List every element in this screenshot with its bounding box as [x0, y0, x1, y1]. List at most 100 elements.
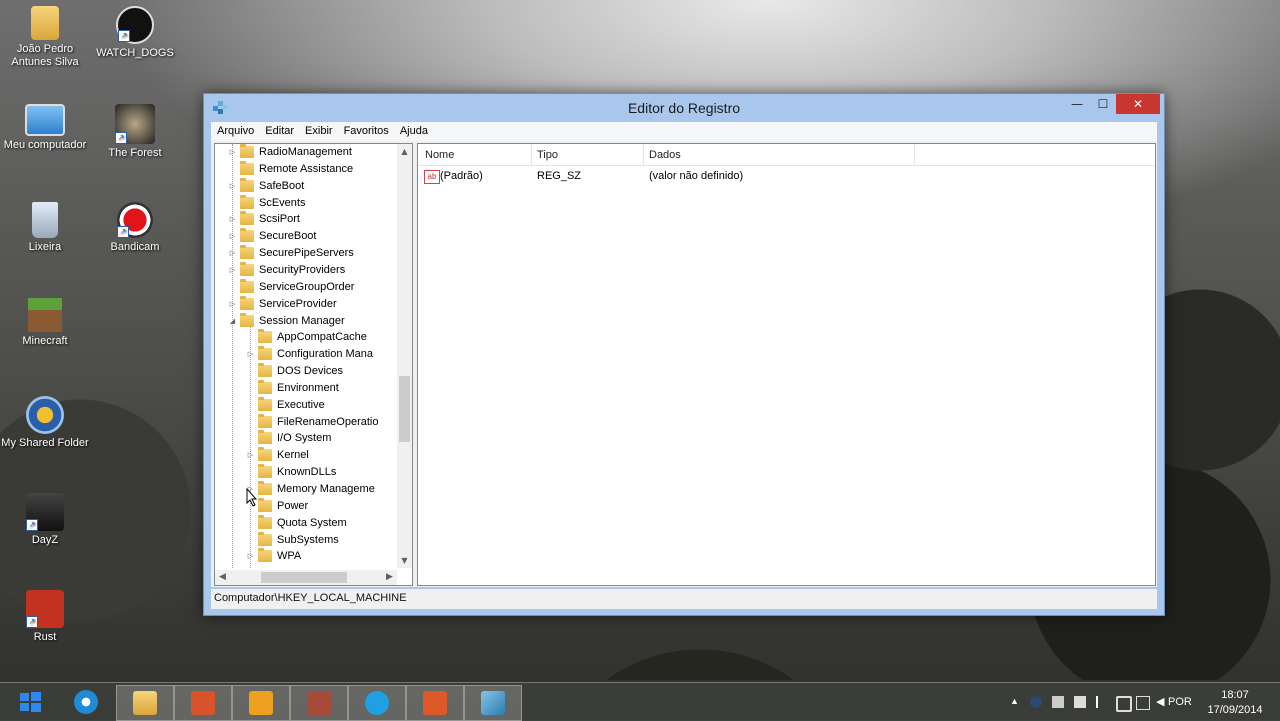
tree-item[interactable]: SubSystems: [215, 531, 397, 549]
show-hidden-icons-icon[interactable]: ▲: [1010, 696, 1022, 708]
tree-item[interactable]: KnownDLLs: [215, 464, 397, 481]
close-button[interactable]: ✕: [1116, 94, 1160, 114]
network-icon[interactable]: [1136, 696, 1150, 710]
tree-item[interactable]: Quota System: [215, 514, 397, 532]
desktop-icon-dayz[interactable]: ↗ DayZ: [0, 493, 90, 547]
expand-arrow-icon[interactable]: ▷: [246, 346, 255, 363]
folder-icon: [240, 211, 254, 226]
values-list[interactable]: Nome Tipo Dados ab (Padrão) REG_SZ (valo…: [417, 143, 1156, 586]
expand-arrow-icon[interactable]: ▷: [228, 178, 237, 195]
folder-icon: [258, 413, 272, 428]
desktop-icon-recycle-bin[interactable]: Lixeira: [0, 202, 90, 254]
tree-item[interactable]: I/O System: [215, 430, 397, 447]
taskbar-registry-editor[interactable]: [464, 685, 522, 721]
start-button[interactable]: [2, 685, 58, 719]
scroll-thumb-horizontal[interactable]: [261, 572, 347, 583]
desktop-icon-minecraft[interactable]: Minecraft: [0, 298, 90, 348]
minimize-button[interactable]: —: [1064, 94, 1090, 114]
tree-item[interactable]: Power: [215, 497, 397, 515]
clock[interactable]: 18:07 17/09/2014: [1200, 688, 1270, 718]
tree-item[interactable]: ▷ SafeBoot: [215, 177, 397, 195]
tree-item[interactable]: ▷ ScsiPort: [215, 211, 397, 228]
desktop-icon-user-folder[interactable]: João Pedro Antunes Silva: [0, 6, 90, 69]
scroll-up-button[interactable]: ▲: [397, 144, 412, 159]
menu-editar[interactable]: Editar: [259, 122, 299, 137]
desktop-icon-rust[interactable]: ↗ Rust: [0, 590, 90, 644]
expand-arrow-icon[interactable]: ▷: [246, 447, 255, 464]
scroll-down-button[interactable]: ▼: [397, 553, 412, 568]
tree-item[interactable]: ▷ RadioManagement: [215, 144, 397, 161]
folder-icon: [258, 447, 272, 462]
tree-item[interactable]: ScEvents: [215, 194, 397, 212]
tree-item[interactable]: ▷ WPA: [215, 548, 397, 565]
desktop-icon-watch-dogs[interactable]: ↗ WATCH_DOGS: [90, 6, 180, 60]
scroll-right-button[interactable]: ▶: [382, 570, 397, 585]
tree-item[interactable]: Executive: [215, 396, 397, 414]
tree-item[interactable]: FileRenameOperatio: [215, 413, 397, 431]
folder-icon: [258, 363, 272, 378]
tree-item[interactable]: ◢ Session Manager: [215, 312, 397, 330]
title-bar[interactable]: Editor do Registro — ☐ ✕: [204, 94, 1164, 122]
collapse-arrow-icon[interactable]: ◢: [228, 313, 237, 330]
folder-icon: [258, 346, 272, 361]
expand-arrow-icon[interactable]: ▷: [228, 245, 237, 262]
tree-item[interactable]: Environment: [215, 379, 397, 397]
tree-item[interactable]: DOS Devices: [215, 363, 397, 380]
expand-arrow-icon[interactable]: ▷: [228, 262, 237, 279]
desktop-icon-computer[interactable]: Meu computador: [0, 104, 90, 152]
app-tray-icon[interactable]: [1052, 696, 1064, 708]
taskbar-media-player[interactable]: [232, 685, 290, 721]
column-separator[interactable]: [914, 144, 915, 165]
action-center-flag-icon[interactable]: [1096, 696, 1110, 708]
volume-icon[interactable]: ◀: [1156, 696, 1168, 708]
tree-item[interactable]: ▷ SecureBoot: [215, 228, 397, 245]
language-indicator[interactable]: POR: [1168, 696, 1194, 710]
clock-date: 17/09/2014: [1207, 704, 1263, 716]
menu-ajuda[interactable]: Ajuda: [394, 122, 433, 137]
tree-vertical-scrollbar[interactable]: ▲ ▼: [397, 144, 412, 568]
taskbar-internet-explorer[interactable]: [58, 685, 114, 719]
steam-icon[interactable]: [1030, 696, 1042, 708]
tree-item-label: SubSystems: [277, 533, 339, 546]
expand-arrow-icon[interactable]: ▷: [246, 548, 255, 565]
tree-item[interactable]: ▷ Memory Manageme: [215, 481, 397, 498]
desktop-icon-bandicam[interactable]: ↗ Bandicam: [90, 202, 180, 254]
tree-item[interactable]: ▷ ServiceProvider: [215, 295, 397, 313]
menu-arquivo[interactable]: Arquivo: [211, 122, 259, 137]
column-separator[interactable]: [643, 144, 644, 165]
expand-arrow-icon[interactable]: ▷: [228, 296, 237, 313]
expand-arrow-icon[interactable]: ▷: [228, 211, 237, 228]
power-icon[interactable]: [1116, 696, 1132, 712]
column-header-nome[interactable]: Nome: [425, 149, 454, 161]
scroll-thumb[interactable]: [399, 376, 410, 442]
expand-arrow-icon[interactable]: ▷: [228, 228, 237, 245]
column-header-dados[interactable]: Dados: [649, 149, 681, 161]
tree-item[interactable]: ▷ SecurityProviders: [215, 261, 397, 279]
tree-item[interactable]: ▷ SecurePipeServers: [215, 245, 397, 262]
taskbar-skype[interactable]: [348, 685, 406, 721]
menu-favoritos[interactable]: Favoritos: [338, 122, 394, 137]
column-header-tipo[interactable]: Tipo: [537, 149, 558, 161]
taskbar-winrar[interactable]: [290, 685, 348, 721]
folder-icon: [240, 295, 254, 310]
tree-item[interactable]: ServiceGroupOrder: [215, 278, 397, 296]
desktop-icon-shared-folder[interactable]: My Shared Folder: [0, 396, 90, 450]
tree-item[interactable]: Remote Assistance: [215, 160, 397, 178]
tree-item[interactable]: ▷ Kernel: [215, 447, 397, 464]
expand-arrow-icon[interactable]: ▷: [228, 144, 237, 161]
taskbar-file-explorer[interactable]: [116, 685, 174, 721]
list-row[interactable]: ab (Padrão) REG_SZ (valor não definido): [418, 169, 1155, 185]
winrar-icon: [307, 691, 331, 715]
column-separator[interactable]: [531, 144, 532, 165]
scroll-left-button[interactable]: ◀: [215, 570, 230, 585]
taskbar-photoshop[interactable]: [174, 685, 232, 721]
maximize-button[interactable]: ☐: [1090, 94, 1116, 114]
menu-exibir[interactable]: Exibir: [299, 122, 338, 137]
tree-horizontal-scrollbar[interactable]: ◀ ▶: [215, 570, 397, 585]
tree-item[interactable]: AppCompatCache: [215, 329, 397, 346]
tree-item[interactable]: ▷ Configuration Mana: [215, 346, 397, 363]
key-tree[interactable]: ▷ RadioManagement Remote Assistance ▷ SafeBo…: [214, 143, 413, 586]
taskbar-office[interactable]: [406, 685, 464, 721]
desktop-icon-the-forest[interactable]: ↗ The Forest: [90, 104, 180, 160]
gpu-tray-icon[interactable]: [1074, 696, 1086, 708]
